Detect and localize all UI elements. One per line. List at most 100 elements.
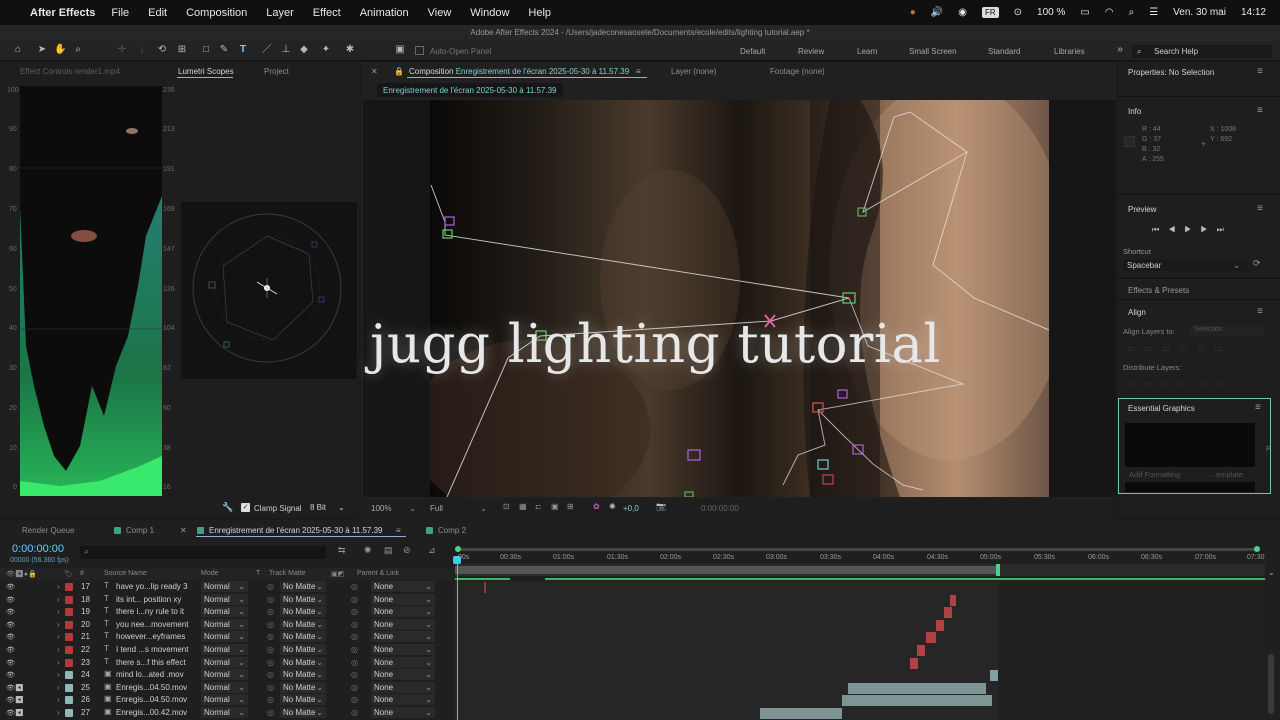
parent-dropdown[interactable]: None ⌄ (371, 618, 435, 630)
parent-pickwhip-icon[interactable]: ◎ (351, 607, 358, 616)
layer-duration-bar[interactable] (842, 695, 992, 707)
menu-view[interactable]: View (428, 7, 452, 19)
layer-duration-bar[interactable] (936, 619, 944, 631)
layer-label-color[interactable] (65, 583, 73, 591)
layer-row[interactable]: 👁 › 21 Thowever...eyframes Normal ⌄ ◎ No Matte ⌄… (0, 631, 455, 644)
orbit-tool-icon[interactable]: ✛ (116, 44, 128, 56)
play-circle-icon[interactable]: ⊙ (1014, 7, 1022, 18)
column-mode[interactable]: Mode (201, 570, 219, 577)
play-icon[interactable]: ▶ (1184, 225, 1200, 234)
graph-editor-icon[interactable]: ⊿ (428, 545, 436, 556)
menu-effect[interactable]: Effect (313, 7, 341, 19)
visibility-toggle-icon[interactable]: 👁 (6, 621, 15, 629)
comp-mini-flowchart-icon[interactable]: ⇆ (338, 545, 346, 556)
pan-tool-icon[interactable]: ↓ (136, 44, 148, 56)
layer-row[interactable]: 👁 › 20 Tyou nee...movement Normal ⌄ ◎ No Matte ⌄… (0, 618, 455, 632)
auto-open-checkbox[interactable] (415, 46, 424, 55)
visibility-toggle-icon[interactable]: 👁◀ (6, 696, 24, 704)
menubar-extra-icon[interactable]: ● (910, 7, 916, 18)
blend-mode-dropdown[interactable]: Normal ⌄ (201, 618, 248, 630)
distribute-buttons[interactable]: ▭▭▭▭▭▭ (1127, 379, 1232, 388)
wifi-icon[interactable]: ◠ (1105, 7, 1114, 18)
puppet-pin-icon[interactable]: ✱ (344, 44, 356, 56)
matte-pickwhip-icon[interactable]: ◎ (267, 658, 274, 667)
layer-row[interactable]: 👁 › 17 Thave yo...lip ready 3 Normal ⌄ ◎ No Mat… (0, 581, 455, 594)
menu-edit[interactable]: Edit (148, 7, 167, 19)
tab-project[interactable]: Project (264, 67, 289, 76)
zoom-tool-icon[interactable]: ⌕ (72, 44, 84, 56)
current-timecode[interactable]: 0:00:00:00 (12, 543, 64, 555)
track-matte-dropdown[interactable]: No Matte ⌄ (280, 681, 326, 693)
panel-menu-icon[interactable]: ≡ (1257, 105, 1263, 116)
align-buttons[interactable]: ▭▭▭▭▭▭ (1127, 344, 1232, 353)
exposure-reset-icon[interactable]: ✺ (609, 502, 616, 511)
close-icon[interactable]: ✕ (371, 67, 378, 76)
channel-icon[interactable]: ✿ (593, 502, 600, 511)
layer-name[interactable]: Enregis...04.50.mov (116, 695, 187, 704)
matte-pickwhip-icon[interactable]: ◎ (267, 708, 274, 717)
column-track-matte[interactable]: Track Matte (269, 570, 306, 577)
column-t[interactable]: T (256, 570, 260, 577)
layer-label-color[interactable] (65, 608, 73, 617)
visibility-toggle-icon[interactable]: 👁◀ (6, 684, 24, 692)
work-area-bar[interactable] (455, 548, 1260, 551)
parent-dropdown[interactable]: None ⌄ (371, 707, 435, 718)
menu-layer[interactable]: Layer (266, 7, 294, 19)
battery-percent[interactable]: 100 % (1037, 7, 1065, 18)
panel-menu-icon[interactable]: ≡ (1257, 203, 1263, 214)
panel-toggle-icon[interactable]: ▣ (394, 44, 406, 56)
matte-pickwhip-icon[interactable]: ◎ (267, 670, 274, 679)
wrench-icon[interactable]: 🔧 (222, 502, 233, 513)
tab-footage[interactable]: Footage (none) (770, 67, 825, 76)
effects-presets-title[interactable]: Effects & Presets (1128, 286, 1189, 295)
layer-row[interactable]: 👁 › 22 T I tend ...s movement Normal ⌄ ◎ No Matt… (0, 644, 455, 657)
track-matte-dropdown[interactable]: No Matte ⌄ (280, 669, 326, 681)
parent-dropdown[interactable]: None ⌄ (371, 606, 435, 618)
layer-duration-bar[interactable] (848, 682, 986, 694)
tab-composition[interactable]: Composition Enregistrement de l'écran 20… (409, 67, 629, 76)
matte-toggle-icon[interactable]: ▣◩ (331, 570, 344, 578)
loop-icon[interactable]: ⟳ (1253, 258, 1261, 269)
home-icon[interactable]: ⌂ (12, 44, 24, 56)
anchor-tool-icon[interactable]: ⊞ (176, 44, 188, 56)
layer-label-color[interactable] (65, 683, 73, 692)
transparency-grid-icon[interactable]: ▦ (519, 502, 527, 511)
mask-visibility-icon[interactable]: ⊏ (535, 502, 542, 511)
layer-duration-bar[interactable] (926, 632, 936, 644)
volume-icon[interactable]: 🔊 (931, 7, 943, 18)
parent-dropdown[interactable]: None ⌄ (371, 656, 435, 668)
layer-duration-bar[interactable] (990, 670, 998, 682)
title-text-layer[interactable]: jugg lighting tutorial (370, 314, 941, 375)
layer-search-input[interactable]: ⌕ (80, 546, 326, 559)
rotate-tool-icon[interactable]: ⟲ (156, 44, 168, 56)
track-matte-dropdown[interactable]: No Matte ⌄ (280, 631, 326, 643)
expand-arrow-icon[interactable]: › (57, 582, 60, 591)
roto-brush-icon[interactable]: ✦ (320, 44, 332, 56)
timeline-scrollbar[interactable] (1268, 654, 1274, 714)
track-matte-dropdown[interactable]: No Matte ⌄ (280, 618, 326, 630)
3d-view-icon[interactable]: ⊞ (567, 502, 574, 511)
close-icon[interactable]: ✕ (180, 526, 187, 535)
layer-name[interactable]: have yo...lip ready 3 (116, 582, 188, 591)
blend-mode-dropdown[interactable]: Normal ⌄ (201, 656, 248, 668)
parent-dropdown[interactable]: None ⌄ (371, 631, 435, 643)
parent-dropdown[interactable]: None ⌄ (371, 581, 435, 592)
zoom-dropdown[interactable]: 100% ⌄ (371, 504, 419, 513)
composition-viewer[interactable] (363, 100, 1116, 497)
layer-label-color[interactable] (65, 671, 73, 680)
expand-arrow-icon[interactable]: › (57, 645, 60, 654)
track-matte-dropdown[interactable]: No Matte ⌄ (280, 656, 326, 668)
visibility-toggle-icon[interactable]: 👁 (6, 646, 15, 654)
expand-arrow-icon[interactable]: › (57, 695, 60, 704)
playhead-handle[interactable] (453, 556, 461, 564)
workspace-small-screen[interactable]: Small Screen (909, 47, 957, 56)
matte-pickwhip-icon[interactable]: ◎ (267, 683, 274, 692)
layer-label-color[interactable] (65, 646, 73, 654)
work-area-end-handle[interactable] (1254, 546, 1260, 552)
workspace-standard[interactable]: Standard (988, 47, 1020, 56)
layer-duration-bar[interactable] (950, 594, 956, 606)
layer-label-color[interactable] (65, 620, 73, 629)
search-help-input[interactable]: ⌕ Search Help (1132, 45, 1272, 58)
parent-pickwhip-icon[interactable]: ◎ (351, 645, 358, 654)
matte-pickwhip-icon[interactable]: ◎ (267, 595, 274, 604)
